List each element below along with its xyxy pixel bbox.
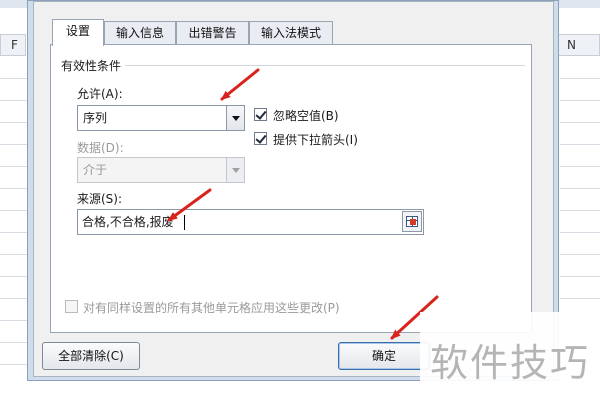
watermark-overlay: 软件技巧 (420, 312, 600, 400)
arrow-to-source-input (167, 188, 212, 222)
tab-settings[interactable]: 设置 (52, 19, 104, 46)
arrow-to-allow-dropdown (220, 68, 260, 101)
watermark-text: 软件技巧 (430, 341, 591, 385)
